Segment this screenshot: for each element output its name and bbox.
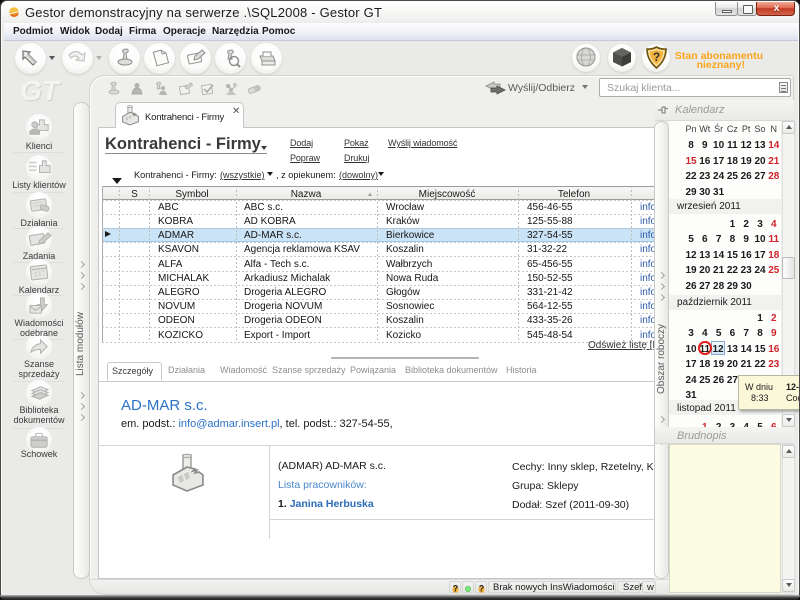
svg-text:?: ? xyxy=(453,584,459,593)
svg-text:?: ? xyxy=(479,584,485,593)
